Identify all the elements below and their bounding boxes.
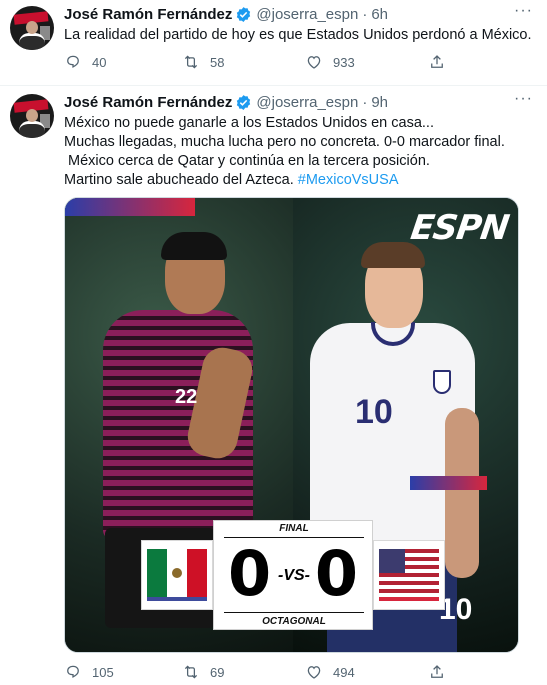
like-icon: [307, 56, 321, 69]
like-button[interactable]: 494: [305, 663, 355, 681]
author-handle[interactable]: @joserra_espn: [256, 6, 358, 23]
retweet-count: 58: [210, 54, 225, 70]
tweet-timestamp[interactable]: 6h: [371, 6, 388, 23]
retweet-button[interactable]: 58: [182, 53, 224, 71]
accent-stripe: [410, 476, 487, 490]
retweet-count: 69: [210, 664, 225, 680]
author-handle[interactable]: @joserra_espn: [256, 94, 358, 111]
author-name[interactable]: José Ramón Fernández: [64, 6, 232, 23]
mexico-player-number: 22: [175, 386, 198, 408]
tweet-actions: 105 69 494: [64, 663, 494, 683]
reply-icon: [67, 665, 79, 678]
tweet-text: México no puede ganarle a los Estados Un…: [64, 114, 534, 190]
more-options-icon[interactable]: ···: [514, 2, 533, 20]
tweet-media-image[interactable]: 22 10 10 ESPN FINAL 0 -VS- 0 OCTAGONAL: [64, 197, 519, 653]
tweet-header: José Ramón Fernández @joserra_espn · 9h: [64, 92, 388, 112]
tweet-1[interactable]: José Ramón Fernández @joserra_espn · 6h …: [0, 0, 547, 86]
mexico-player-hair: [161, 232, 227, 260]
tweet-text-line-content: Martino sale abucheado del Azteca.: [64, 172, 294, 188]
like-button[interactable]: 933: [305, 53, 355, 71]
reply-button[interactable]: 40: [64, 53, 106, 71]
usa-player-arm: [445, 408, 479, 578]
separator-dot: ·: [362, 5, 368, 23]
retweet-button[interactable]: 69: [182, 663, 224, 681]
author-avatar[interactable]: [10, 94, 54, 138]
tweet-header: José Ramón Fernández @joserra_espn · 6h: [64, 4, 388, 24]
more-options-icon[interactable]: ···: [514, 90, 533, 108]
share-button[interactable]: [428, 53, 446, 71]
like-icon: [307, 666, 321, 679]
verified-badge-icon: [237, 94, 251, 110]
away-score: 0: [314, 537, 358, 610]
reply-count: 40: [92, 54, 107, 70]
share-icon: [431, 55, 443, 68]
tweet-text-line: México cerca de Qatar y continúa en la t…: [64, 153, 430, 169]
separator-dot: ·: [362, 93, 368, 111]
like-count: 933: [333, 54, 355, 70]
tweet-actions: 40 58 933: [64, 53, 494, 73]
retweet-icon: [184, 665, 198, 679]
scoreboard: FINAL 0 -VS- 0 OCTAGONAL: [213, 520, 373, 630]
like-count: 494: [333, 664, 355, 680]
espn-logo: ESPN: [408, 208, 511, 248]
share-button[interactable]: [428, 663, 446, 681]
author-name[interactable]: José Ramón Fernández: [64, 94, 232, 111]
tweet-text-line: La realidad del partido de hoy es que Es…: [64, 27, 532, 43]
tweet-timestamp[interactable]: 9h: [371, 94, 388, 111]
tweet-text-line: Martino sale abucheado del Azteca. #Mexi…: [64, 171, 534, 190]
retweet-icon: [184, 55, 198, 69]
final-label: FINAL: [279, 523, 309, 534]
reply-icon: [67, 55, 79, 68]
tweet-text-line: México no puede ganarle a los Estados Un…: [64, 115, 434, 131]
author-avatar[interactable]: [10, 6, 54, 50]
share-icon: [431, 665, 443, 678]
tweet-text: La realidad del partido de hoy es que Es…: [64, 26, 534, 45]
hashtag-link[interactable]: #MexicoVsUSA: [298, 172, 399, 188]
usa-flag-icon: [373, 540, 445, 610]
usa-crest-icon: [433, 370, 451, 394]
octagonal-label: OCTAGONAL: [262, 616, 326, 627]
accent-stripe: [65, 198, 195, 216]
reply-count: 105: [92, 664, 114, 680]
usa-player-number: 10: [355, 393, 393, 431]
reply-button[interactable]: 105: [64, 663, 114, 681]
verified-badge-icon: [237, 6, 251, 22]
mexico-flag-icon: [141, 540, 213, 610]
tweet-text-line: Muchas llegadas, mucha lucha pero no con…: [64, 134, 505, 150]
